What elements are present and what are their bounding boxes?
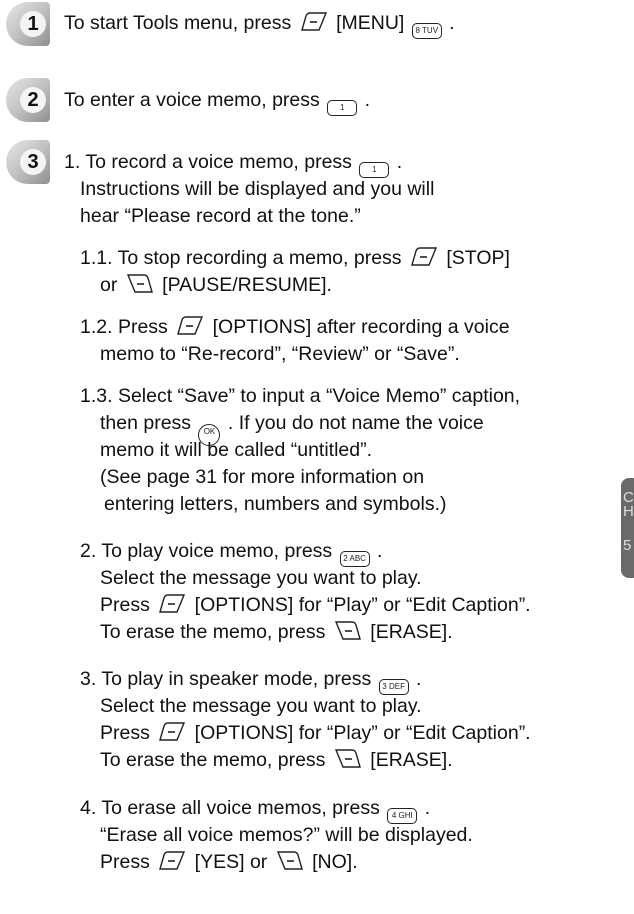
chapter-side-tab: C H 5	[621, 478, 634, 578]
right-soft-key-icon	[125, 273, 155, 295]
substep-1-3-cont-2: memo it will be called “untitled”.	[100, 439, 373, 461]
left-soft-key-icon	[157, 850, 187, 872]
step-3-number: 3	[20, 149, 46, 175]
key-8-icon: 8 TUV	[411, 23, 442, 39]
substep-1-1-cont: or [PAUSE/RESUME].	[100, 273, 332, 296]
play-line-4: To erase the memo, press [ERASE].	[100, 620, 453, 643]
side-tab-number: 5	[623, 537, 632, 554]
step-1-number: 1	[20, 11, 46, 37]
left-soft-key-icon	[157, 593, 187, 615]
substep-1-1: 1.1. To stop recording a memo, press [ST…	[80, 246, 510, 269]
erase-all-line-1: 4. To erase all voice memos, press 4 GHI…	[80, 795, 430, 824]
play-line-2: Select the message you want to play.	[100, 567, 422, 589]
step-2-number: 2	[20, 87, 46, 113]
step-2-badge: 2	[6, 78, 50, 122]
left-soft-key-icon	[409, 246, 439, 268]
substep-1-3-cont-4: entering letters, numbers and symbols.)	[104, 493, 447, 515]
side-tab-letter-2: H	[623, 503, 634, 520]
step-1-text: To start Tools menu, press [MENU] 8 TUV …	[64, 10, 455, 39]
right-soft-key-icon	[275, 850, 305, 872]
substep-1-3: 1.3. Select “Save” to input a “Voice Mem…	[80, 385, 521, 407]
record-line-1: 1. To record a voice memo, press 1 .	[64, 149, 402, 178]
erase-all-line-3: Press [YES] or [NO].	[100, 850, 358, 873]
speaker-line-4: To erase the memo, press [ERASE].	[100, 748, 453, 771]
step-3-badge: 3	[6, 140, 50, 184]
play-line-1: 2. To play voice memo, press 2 ABC .	[80, 538, 382, 567]
key-1-voicemail-icon: 1	[327, 100, 358, 116]
substep-1-2: 1.2. Press [OPTIONS] after recording a v…	[80, 315, 510, 338]
right-soft-key-icon	[333, 620, 363, 642]
speaker-line-1: 3. To play in speaker mode, press 3 DEF …	[80, 666, 421, 695]
play-line-3: Press [OPTIONS] for “Play” or “Edit Capt…	[100, 593, 531, 616]
speaker-line-2: Select the message you want to play.	[100, 695, 422, 717]
record-line-2: Instructions will be displayed and you w…	[80, 178, 435, 200]
erase-all-line-2: “Erase all voice memos?” will be display…	[100, 824, 473, 846]
right-soft-key-icon	[333, 748, 363, 770]
left-soft-key-icon	[299, 11, 329, 33]
record-line-3: hear “Please record at the tone.”	[80, 205, 361, 227]
step-2-text: To enter a voice memo, press 1 .	[64, 87, 370, 116]
speaker-line-3: Press [OPTIONS] for “Play” or “Edit Capt…	[100, 721, 531, 744]
left-soft-key-icon	[157, 721, 187, 743]
left-soft-key-icon	[175, 315, 205, 337]
substep-1-3-cont-3: (See page 31 for more information on	[100, 466, 425, 488]
substep-1-2-cont: memo to “Re-record”, “Review” or “Save”.	[100, 343, 460, 365]
step-1-badge: 1	[6, 2, 50, 46]
